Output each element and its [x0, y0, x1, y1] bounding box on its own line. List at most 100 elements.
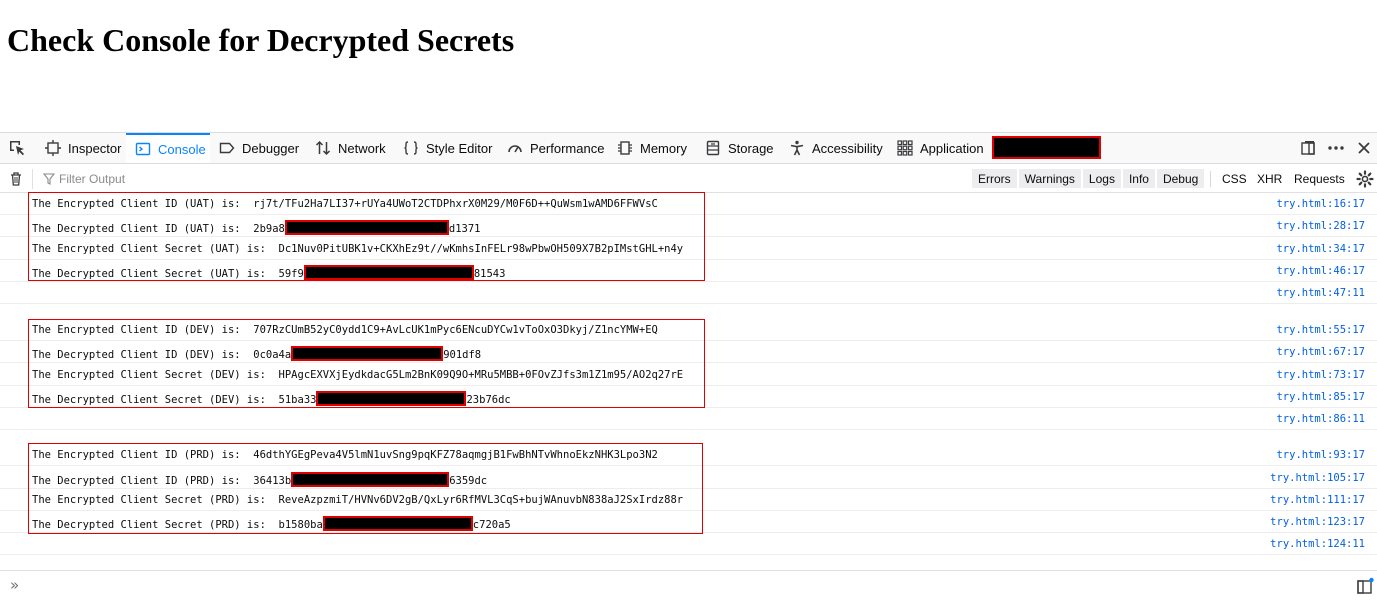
tab-storage[interactable]: Storage — [696, 133, 778, 163]
message-prefix: The Encrypted Client ID (PRD) is: 46dthY… — [32, 449, 658, 461]
console-settings-button[interactable] — [1355, 169, 1375, 189]
filter-logs-button[interactable]: Logs — [1082, 169, 1121, 188]
source-location-link[interactable]: try.html:124:11 — [1270, 538, 1365, 550]
message-prefix: The Encrypted Client Secret (DEV) is: HP… — [32, 369, 684, 381]
console-toolbar: ErrorsWarningsLogsInfoDebug CSS XHR Reques… — [0, 165, 1377, 193]
dock-toggle-button[interactable] — [1296, 133, 1320, 163]
message-text: The Decrypted Client ID (UAT) is: 2b9a8 d… — [32, 220, 480, 235]
message-text: The Encrypted Client ID (PRD) is: 46dthY… — [32, 449, 658, 461]
clear-console-button[interactable] — [6, 169, 26, 189]
page-heading: Check Console for Decrypted Secrets — [7, 22, 515, 58]
message-text: The Decrypted Client Secret (DEV) is: 51… — [32, 391, 511, 406]
console-message: The Encrypted Client ID (DEV) is: 707RzC… — [0, 319, 1377, 341]
tab-label: Storage — [728, 140, 774, 156]
filter-errors-button[interactable]: Errors — [972, 169, 1017, 188]
message-text: The Decrypted Client Secret (PRD) is: b1… — [32, 516, 511, 531]
redaction-block — [316, 391, 467, 406]
message-suffix: c720a5 — [472, 519, 511, 531]
source-location-link[interactable]: try.html:73:17 — [1276, 369, 1365, 381]
redaction-block — [303, 265, 474, 280]
gear-icon — [1356, 170, 1374, 188]
sidebar-icon — [1357, 577, 1374, 594]
message-prefix: The Decrypted Client Secret (PRD) is: b1… — [32, 519, 323, 531]
source-location-link[interactable]: try.html:111:17 — [1270, 494, 1365, 506]
console-message: try.html:86:11 — [0, 408, 1377, 430]
tab-application[interactable]: Application — [888, 133, 988, 163]
redaction-block — [291, 472, 450, 487]
tab-inspector[interactable]: Inspector — [36, 133, 124, 163]
memory-icon — [616, 139, 634, 157]
tab-accessibility[interactable]: Accessibility — [780, 133, 886, 163]
console-input[interactable]: » — [0, 570, 1377, 600]
redaction-block — [284, 220, 449, 235]
tab-performance[interactable]: Performance — [498, 133, 606, 163]
console-message: try.html:47:11 — [0, 282, 1377, 304]
message-suffix: 23b76dc — [466, 394, 511, 406]
close-devtools-button[interactable] — [1352, 133, 1376, 163]
filter-requests-button[interactable]: Requests — [1294, 169, 1345, 189]
tab-label: Network — [338, 140, 386, 156]
source-location-link[interactable]: try.html:16:17 — [1276, 198, 1365, 210]
prompt-chevron-icon: » — [10, 576, 20, 594]
message-prefix: The Decrypted Client ID (DEV) is: 0c0a4a — [32, 349, 292, 361]
source-location-link[interactable]: try.html:123:17 — [1270, 516, 1365, 528]
console-message: The Encrypted Client Secret (PRD) is: Re… — [0, 489, 1377, 511]
filter-icon — [43, 173, 55, 185]
source-location-link[interactable]: try.html:86:11 — [1276, 413, 1365, 425]
more-options-button[interactable] — [1324, 133, 1348, 163]
message-text: The Decrypted Client ID (PRD) is: 36413b… — [32, 472, 487, 487]
source-location-link[interactable]: try.html:46:17 — [1276, 265, 1365, 277]
tab-console[interactable]: Console — [126, 133, 210, 163]
message-suffix: 81543 — [473, 268, 506, 280]
console-message: The Decrypted Client Secret (UAT) is: 59… — [0, 260, 1377, 282]
tab-label: Console — [158, 141, 206, 157]
message-suffix: 901df8 — [443, 349, 482, 361]
redaction-block — [291, 346, 444, 361]
message-text: The Decrypted Client ID (DEV) is: 0c0a4a… — [32, 346, 481, 361]
filter-warnings-button[interactable]: Warnings — [1018, 169, 1081, 188]
debugger-icon — [218, 139, 236, 157]
trash-icon — [11, 172, 21, 186]
redaction-block — [322, 516, 473, 531]
source-location-link[interactable]: try.html:28:17 — [1276, 220, 1365, 232]
tab-network[interactable]: Network — [306, 133, 392, 163]
toolbar-separator — [1210, 171, 1211, 187]
filter-xhr-button[interactable]: XHR — [1257, 169, 1282, 189]
message-text: The Encrypted Client ID (DEV) is: 707RzC… — [32, 324, 658, 336]
console-message: try.html:124:11 — [0, 533, 1377, 555]
inspector-icon — [44, 139, 62, 157]
source-location-link[interactable]: try.html:105:17 — [1270, 472, 1365, 484]
source-location-link[interactable]: try.html:47:11 — [1276, 287, 1365, 299]
source-location-link[interactable]: try.html:67:17 — [1276, 346, 1365, 358]
tab-style-editor[interactable]: Style Editor — [394, 133, 496, 163]
source-location-link[interactable]: try.html:34:17 — [1276, 243, 1365, 255]
source-location-link[interactable]: try.html:85:17 — [1276, 391, 1365, 403]
dock-icon — [1301, 141, 1315, 155]
filter-debug-button[interactable]: Debug — [1156, 169, 1205, 188]
close-icon — [1358, 142, 1370, 154]
tab-label: Debugger — [242, 140, 300, 156]
element-picker-button[interactable] — [4, 133, 30, 163]
message-prefix: The Decrypted Client ID (PRD) is: 36413b — [32, 475, 292, 487]
source-location-link[interactable]: try.html:55:17 — [1276, 324, 1365, 336]
tab-debugger[interactable]: Debugger — [210, 133, 304, 163]
redacted-tab — [992, 136, 1101, 159]
application-icon — [896, 139, 914, 157]
devtools-toolbar: Inspector Console Debugger Network Style Edi… — [0, 132, 1377, 164]
tab-label: Accessibility — [812, 140, 883, 156]
message-prefix: The Encrypted Client Secret (UAT) is: Dc… — [32, 243, 684, 255]
accessibility-icon — [788, 139, 806, 157]
tab-label: Style Editor — [426, 140, 493, 156]
filter-input[interactable] — [59, 172, 259, 186]
message-text: The Encrypted Client Secret (UAT) is: Dc… — [32, 243, 683, 255]
source-location-link[interactable]: try.html:93:17 — [1276, 449, 1365, 461]
filter-css-button[interactable]: CSS — [1222, 169, 1247, 189]
sidebar-toggle-button[interactable] — [1356, 577, 1374, 595]
filter-info-button[interactable]: Info — [1122, 169, 1155, 188]
message-text: The Decrypted Client Secret (UAT) is: 59… — [32, 265, 505, 280]
tab-memory[interactable]: Memory — [608, 133, 694, 163]
console-message: The Decrypted Client Secret (PRD) is: b1… — [0, 511, 1377, 533]
storage-icon — [704, 139, 722, 157]
message-prefix: The Decrypted Client Secret (UAT) is: 59… — [32, 268, 304, 280]
picker-icon — [10, 141, 24, 156]
